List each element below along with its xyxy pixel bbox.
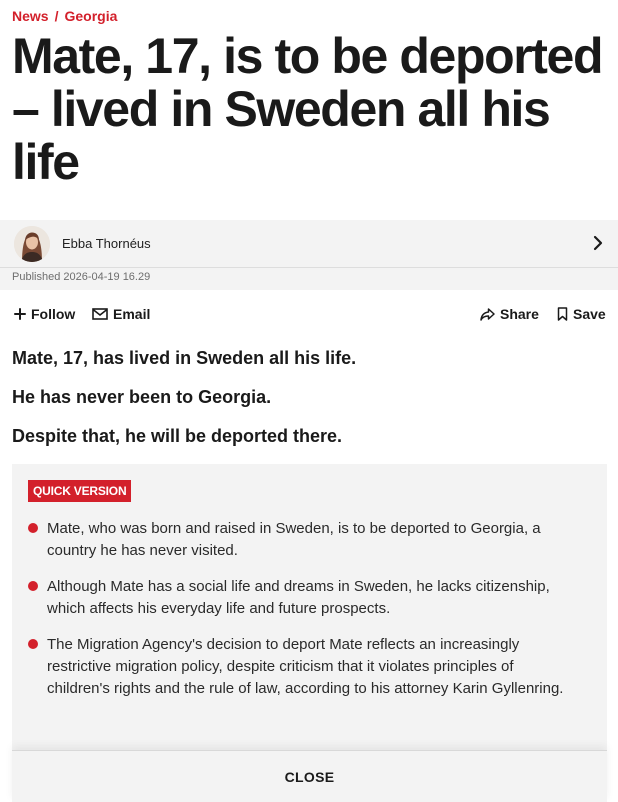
summary-text: Mate, who was born and raised in Sweden,… <box>47 520 541 559</box>
breadcrumb-georgia-link[interactable]: Georgia <box>64 8 117 24</box>
summary-item: The Migration Agency's decision to depor… <box>28 634 576 700</box>
follow-button[interactable]: Follow <box>14 306 75 322</box>
email-button[interactable]: Email <box>92 306 150 322</box>
quick-version-badge: QUICK VERSION <box>28 480 132 502</box>
save-label: Save <box>573 306 606 322</box>
summary-item: Although Mate has a social life and drea… <box>28 576 576 620</box>
envelope-icon <box>92 308 108 320</box>
bullet-dot-icon <box>28 523 38 533</box>
author-bar[interactable]: Ebba Thornéus <box>0 220 618 267</box>
share-label: Share <box>500 306 539 322</box>
share-button[interactable]: Share <box>480 306 539 322</box>
lead-paragraph-2: He has never been to Georgia. <box>12 387 272 407</box>
plus-icon <box>14 308 26 320</box>
follow-label: Follow <box>31 306 76 322</box>
save-button[interactable]: Save <box>557 306 606 322</box>
summary-text: The Migration Agency's decision to depor… <box>47 636 564 697</box>
lead-paragraph-1: Mate, 17, has lived in Sweden all his li… <box>12 348 357 368</box>
close-button[interactable]: CLOSE <box>12 750 607 802</box>
published-date: Published 2026-04-19 16.29 <box>12 271 151 283</box>
lead-paragraph-3: Despite that, he will be deported there. <box>12 426 343 446</box>
article-headline: Mate, 17, is to be deported – lived in S… <box>12 28 604 190</box>
email-label: Email <box>113 306 151 322</box>
breadcrumb: News / Georgia <box>12 8 117 24</box>
meta-strip: Published 2026-04-19 16.29 <box>0 268 618 290</box>
bullet-dot-icon <box>28 581 38 591</box>
chevron-right-icon <box>593 235 603 251</box>
author-avatar <box>14 225 50 262</box>
breadcrumb-news-link[interactable]: News <box>12 8 49 24</box>
bookmark-icon <box>557 307 568 321</box>
summary-text: Although Mate has a social life and drea… <box>47 578 550 617</box>
author-name: Ebba Thornéus <box>62 236 151 251</box>
breadcrumb-separator: / <box>54 8 59 24</box>
summary-item: Mate, who was born and raised in Sweden,… <box>28 518 576 562</box>
share-arrow-icon <box>480 307 495 321</box>
bullet-dot-icon <box>28 639 38 649</box>
